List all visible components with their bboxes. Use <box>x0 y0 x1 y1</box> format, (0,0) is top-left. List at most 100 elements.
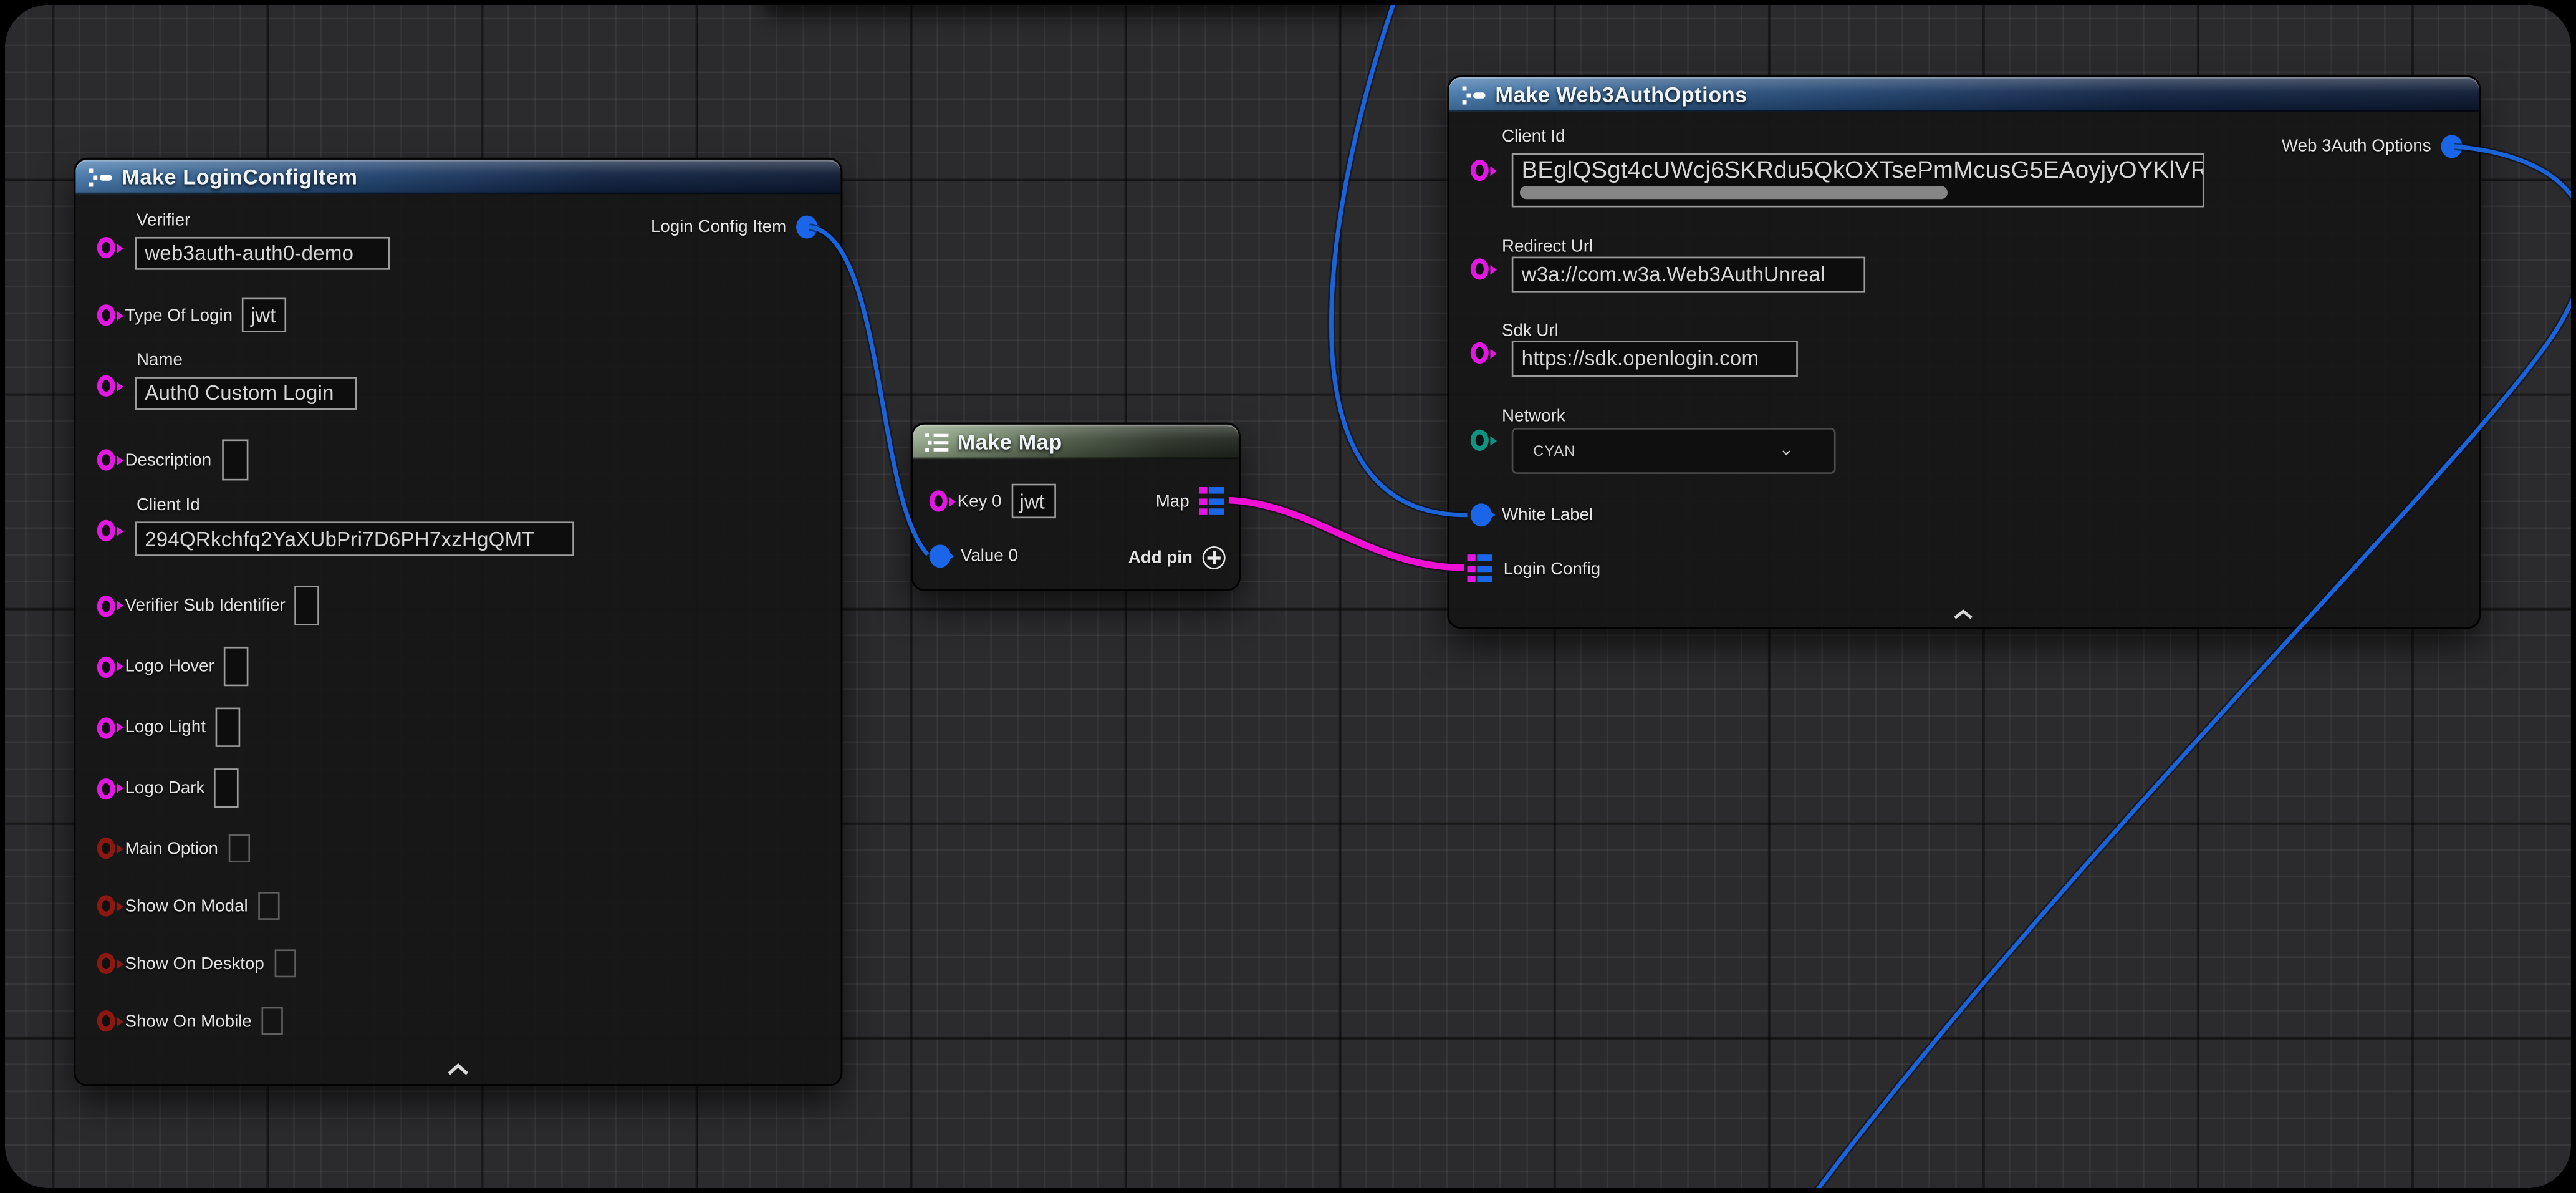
type-of-login-row: Type Of Login jwt <box>97 298 287 332</box>
verifier-input[interactable]: web3auth-auth0-demo <box>135 237 390 270</box>
show-on-mobile-checkbox[interactable] <box>262 1007 283 1035</box>
white-label-row: White Label <box>1471 503 1593 526</box>
pin-redirect-url[interactable] <box>1471 258 1489 279</box>
network-dropdown[interactable]: CYAN ⌄ <box>1512 428 1836 474</box>
logo-dark-input[interactable] <box>214 768 239 808</box>
output-pin-login-config-item[interactable] <box>796 216 817 239</box>
add-pin-icon[interactable] <box>1203 546 1226 569</box>
pin-logo-hover[interactable] <box>97 655 115 677</box>
map-output-label: Map <box>1156 491 1189 511</box>
show-on-modal-checkbox[interactable] <box>258 892 279 920</box>
pin-description[interactable] <box>97 449 115 470</box>
output-pin-label: Web 3Auth Options <box>2282 137 2431 157</box>
client-id-input[interactable]: 294QRkchfq2YaXUbPri7D6PH7xzHgQMT <box>135 521 574 556</box>
map-output-row: Map <box>1156 487 1226 515</box>
node-header-make-web3authoptions[interactable]: Make Web3AuthOptions <box>1449 77 2479 112</box>
wire-top-to-whitelabel-outline <box>1331 5 1467 515</box>
show-on-mobile-label: Show On Mobile <box>125 1011 252 1031</box>
pin-verifier[interactable] <box>97 237 115 258</box>
make-struct-icon <box>1461 85 1487 105</box>
pin-verifier-sub-identifier[interactable] <box>97 595 115 616</box>
sdk-url-input[interactable]: https://sdk.openlogin.com <box>1512 341 1798 377</box>
show-on-modal-label: Show On Modal <box>125 896 248 916</box>
client-id-scrollbar[interactable] <box>1520 186 1947 199</box>
network-label: Network <box>1502 407 1565 427</box>
white-label-label: White Label <box>1502 505 1593 525</box>
wire-map-to-loginconfig[interactable] <box>1229 500 1464 568</box>
name-label: Name <box>137 350 183 370</box>
collapse-chevron-icon[interactable] <box>1953 609 1974 620</box>
description-row: Description <box>97 439 248 480</box>
node-make-loginconfigitem[interactable]: Make LoginConfigItem Login Config Item V… <box>75 160 840 1084</box>
redirect-url-input[interactable]: w3a://com.w3a.Web3AuthUnreal <box>1512 257 1865 293</box>
main-option-row: Main Option <box>97 834 249 862</box>
graph-canvas[interactable]: Make LoginConfigItem Login Config Item V… <box>5 5 2571 1188</box>
logo-light-input[interactable] <box>216 708 241 747</box>
make-map-icon <box>925 432 949 452</box>
output-pin-web3auth-options[interactable] <box>2441 135 2463 158</box>
pin-type-of-login[interactable] <box>97 304 115 326</box>
pin-show-on-desktop[interactable] <box>97 953 115 974</box>
pin-main-option[interactable] <box>97 838 115 859</box>
logo-hover-input[interactable] <box>224 647 249 686</box>
pin-white-label[interactable] <box>1471 503 1492 526</box>
wire-top-to-whitelabel[interactable] <box>1331 5 1467 515</box>
show-on-modal-row: Show On Modal <box>97 892 279 920</box>
chevron-down-icon: ⌄ <box>1779 438 1794 460</box>
name-input[interactable]: Auth0 Custom Login <box>135 377 357 410</box>
pin-client-id[interactable] <box>97 520 115 541</box>
type-of-login-input[interactable]: jwt <box>243 298 287 332</box>
redirect-url-label: Redirect Url <box>1502 237 1593 257</box>
show-on-mobile-row: Show On Mobile <box>97 1007 283 1035</box>
logo-light-row: Logo Light <box>97 708 241 747</box>
pin-key-0[interactable] <box>930 490 948 511</box>
client-id-value: BEglQSgt4cUWcj6SKRdu5QkOXTsePmMcusG5EAoy… <box>1522 158 2204 184</box>
network-selected-value: CYAN <box>1533 443 1575 459</box>
key0-label: Key 0 <box>958 491 1002 511</box>
show-on-desktop-row: Show On Desktop <box>97 949 296 977</box>
node-make-web3authoptions[interactable]: Make Web3AuthOptions Web 3Auth Options C… <box>1449 77 2479 627</box>
main-option-label: Main Option <box>125 838 218 858</box>
node-title: Make Map <box>958 430 1062 455</box>
node-header-make-loginconfigitem[interactable]: Make LoginConfigItem <box>75 160 840 194</box>
description-input[interactable] <box>221 439 248 480</box>
collapse-chevron-icon[interactable] <box>446 1063 471 1076</box>
show-on-desktop-checkbox[interactable] <box>274 949 296 977</box>
verifier-sub-identifier-label: Verifier Sub Identifier <box>125 596 286 616</box>
verifier-label: Verifier <box>137 211 190 231</box>
node-title: Make LoginConfigItem <box>122 165 357 190</box>
client-id-label: Client Id <box>137 495 200 515</box>
node-header-make-map[interactable]: Make Map <box>913 425 1238 459</box>
pin-login-config[interactable] <box>1468 554 1494 582</box>
client-id-label: Client Id <box>1502 127 1565 147</box>
sdk-url-label: Sdk Url <box>1502 321 1559 341</box>
pin-logo-dark[interactable] <box>97 778 115 799</box>
offscreen-node-shadow <box>762 5 1396 18</box>
wire-map-to-loginconfig-outline <box>1229 500 1464 568</box>
pin-value-0[interactable] <box>930 544 951 568</box>
login-config-label: Login Config <box>1504 559 1601 579</box>
pin-client-id[interactable] <box>1471 160 1489 181</box>
main-option-checkbox[interactable] <box>228 834 249 862</box>
pin-name[interactable] <box>97 375 115 397</box>
pin-show-on-mobile[interactable] <box>97 1010 115 1031</box>
pin-show-on-modal[interactable] <box>97 895 115 916</box>
verifier-sub-identifier-row: Verifier Sub Identifier <box>97 586 320 625</box>
value0-row: Value 0 <box>930 544 1018 568</box>
pin-sdk-url[interactable] <box>1471 342 1489 364</box>
add-pin-label: Add pin <box>1128 548 1193 568</box>
logo-dark-label: Logo Dark <box>125 778 205 798</box>
verifier-sub-identifier-input[interactable] <box>296 586 320 625</box>
client-id-input[interactable]: BEglQSgt4cUWcj6SKRdu5QkOXTsePmMcusG5EAoy… <box>1512 153 2204 207</box>
login-config-row: Login Config <box>1468 554 1601 582</box>
add-pin-row[interactable]: Add pin <box>1128 546 1226 569</box>
logo-hover-row: Logo Hover <box>97 647 249 686</box>
node-make-map[interactable]: Make Map Key 0 jwt Map Value 0 Add pin <box>913 425 1238 589</box>
output-web3auth-options: Web 3Auth Options <box>2282 135 2463 158</box>
pin-logo-light[interactable] <box>97 717 115 738</box>
node-title: Make Web3AuthOptions <box>1495 82 1747 107</box>
output-pin-map[interactable] <box>1199 487 1225 515</box>
logo-light-label: Logo Light <box>125 717 206 737</box>
key0-input[interactable]: jwt <box>1011 484 1055 518</box>
pin-network[interactable] <box>1471 430 1489 451</box>
